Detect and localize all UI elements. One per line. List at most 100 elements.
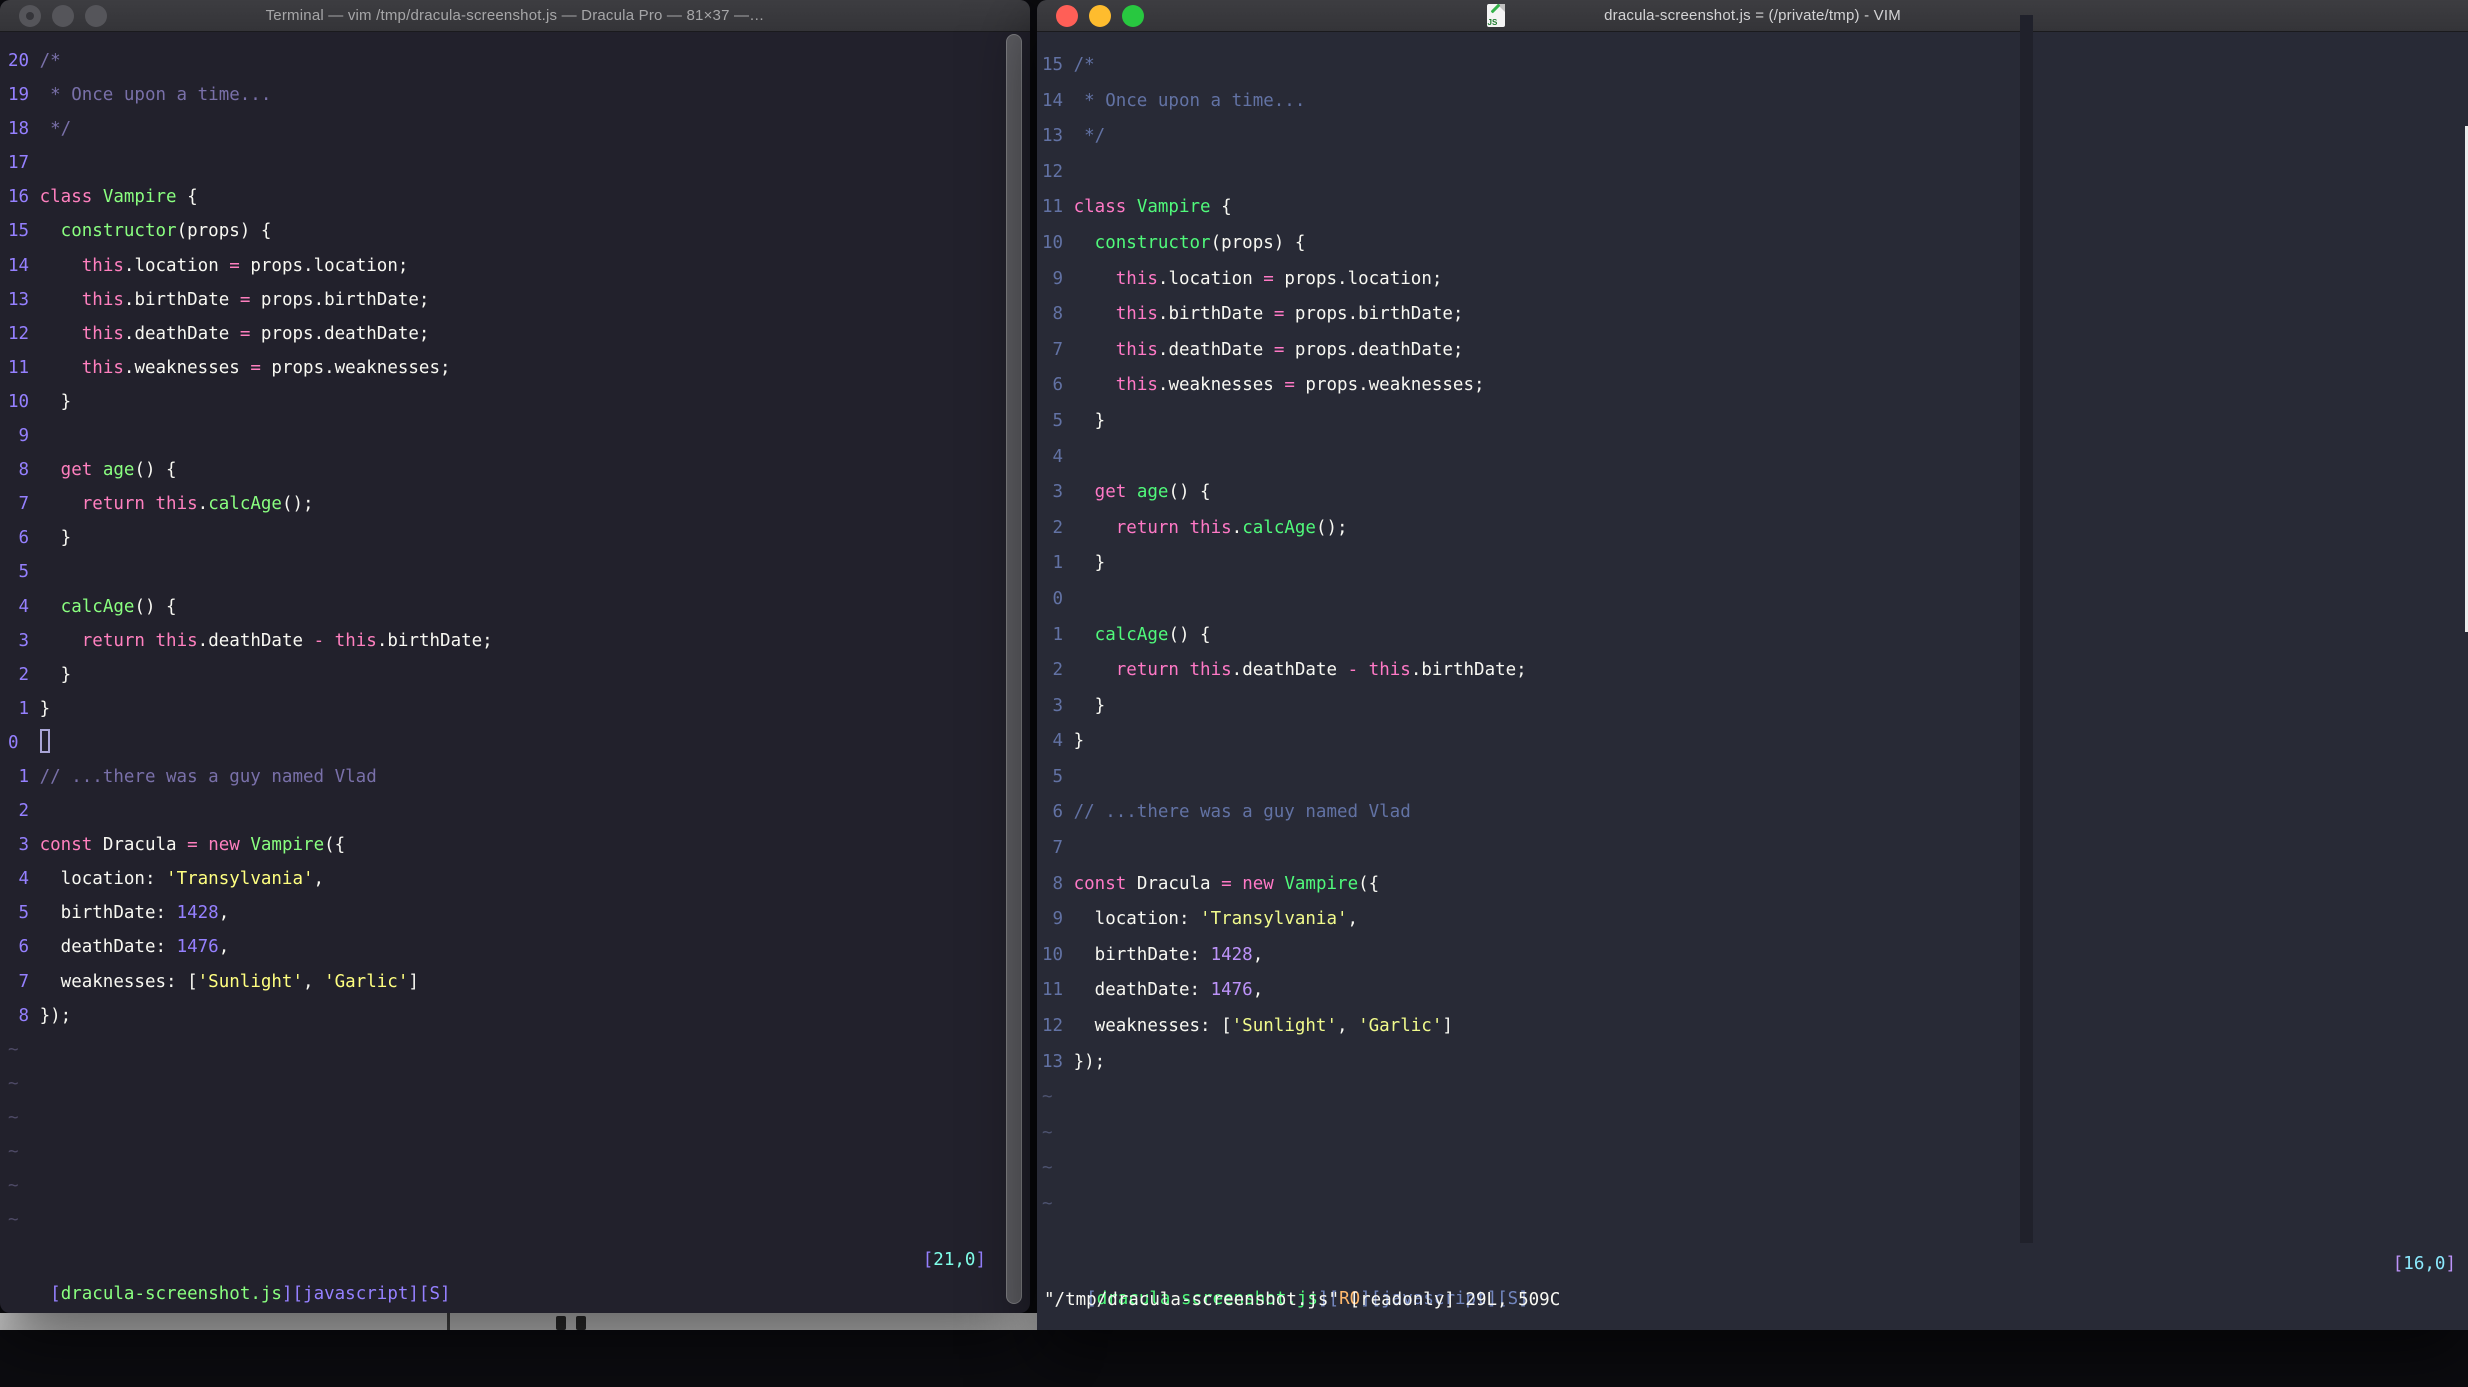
text-segment: return — [81, 494, 145, 515]
code-line: 4 location: 'Transylvania', — [8, 862, 1030, 896]
code-line: 11 class Vampire { — [1042, 190, 2468, 226]
code-line: 8}); — [8, 999, 1030, 1033]
text-segment — [145, 631, 156, 651]
line-number: 5 — [1052, 410, 1064, 431]
empty-line-tilde: ~ — [1042, 1187, 2468, 1223]
code-line: 5 — [1042, 760, 2468, 796]
text-segment — [1074, 269, 1116, 289]
code-line: 8 const Dracula = new Vampire({ — [1042, 867, 2468, 903]
text-segment — [1074, 518, 1116, 538]
terminal-titlebar[interactable]: Terminal — vim /tmp/dracula-screenshot.j… — [0, 0, 1030, 32]
text-segment: = — [1221, 873, 1232, 894]
text-segment: [ — [2392, 1254, 2404, 1274]
code-line: 0 — [1042, 582, 2468, 618]
text-segment: = — [187, 835, 198, 856]
text-segment — [1074, 625, 1095, 645]
macvim-titlebar[interactable]: JS dracula-screenshot.js = (/private/tmp… — [1037, 0, 2468, 32]
line-number: 0 — [8, 732, 19, 753]
tilde-glyph: ~ — [8, 1107, 19, 1128]
code-line: 15 /* — [1042, 48, 2468, 84]
text-segment: .birthDate; — [1410, 660, 1527, 681]
text-segment: props.birthDate; — [250, 289, 430, 310]
text-segment: = — [229, 255, 240, 276]
text-segment: this — [81, 289, 124, 310]
text-segment: new — [1242, 873, 1274, 894]
code-line: 16 class Vampire { — [8, 180, 1030, 214]
line-number: 13 — [1042, 126, 1064, 147]
text-segment: props.location; — [239, 255, 409, 276]
line-number: 10 — [1042, 944, 1064, 965]
text-segment — [1179, 660, 1190, 680]
terminal-window: Terminal — vim /tmp/dracula-screenshot.j… — [0, 0, 1030, 1313]
text-segment: Dracula — [92, 835, 188, 856]
text-segment: return — [1115, 660, 1179, 681]
text-segment: = — [1263, 268, 1274, 289]
text-segment — [40, 324, 82, 344]
line-number: 3 — [18, 630, 30, 651]
statusline-ruler: [16,0] — [2393, 1247, 2456, 1282]
line-number: 1 — [1052, 553, 1064, 574]
text-segment: .birthDate — [1157, 304, 1274, 325]
code-line: 2 — [8, 794, 1030, 828]
text-segment: return — [81, 630, 145, 651]
text-segment: const — [1073, 873, 1127, 894]
text-segment: } — [39, 528, 72, 549]
text-segment — [40, 221, 61, 241]
text-segment: .birthDate — [123, 289, 240, 310]
line-number: 10 — [8, 391, 30, 412]
code-line: 2 return this.deathDate - this.birthDate… — [1042, 653, 2468, 689]
code-line: 10 constructor(props) { — [1042, 226, 2468, 262]
text-segment: } — [39, 698, 51, 719]
text-segment: } — [1073, 731, 1085, 752]
line-number: 14 — [8, 255, 30, 276]
text-segment — [198, 835, 209, 855]
line-number: 7 — [1052, 339, 1064, 360]
text-segment — [1358, 660, 1369, 680]
text-segment: new — [208, 835, 240, 856]
code-line: 9 this.location = props.location; — [1042, 262, 2468, 298]
code-line: 9 — [8, 419, 1030, 453]
line-number: 3 — [18, 835, 30, 856]
code-line: 0 — [8, 726, 1030, 760]
text-segment: .weaknesses — [123, 357, 251, 378]
code-line: 6 // ...there was a guy named Vlad — [1042, 795, 2468, 831]
empty-line-tilde: ~ — [8, 1169, 1030, 1203]
statusline-file-info: [dracula-screenshot.js][javascript][S] — [50, 1284, 450, 1304]
line-number: 5 — [18, 562, 30, 583]
text-segment: , — [1347, 909, 1359, 930]
text-segment: [ — [50, 1284, 61, 1304]
code-line: 20 /* — [8, 44, 1030, 78]
text-segment: , — [303, 971, 325, 992]
empty-line-tilde: ~ — [1042, 1151, 2468, 1187]
code-line: 1 } — [1042, 546, 2468, 582]
text-segment: this — [81, 323, 124, 344]
tilde-glyph: ~ — [8, 1073, 19, 1094]
text-segment: Vampire — [1136, 197, 1211, 218]
text-segment: calcAge — [1094, 624, 1169, 645]
line-number: 8 — [18, 1005, 30, 1026]
line-number: 5 — [18, 903, 30, 924]
text-segment — [1274, 874, 1285, 894]
text-segment: calcAge — [208, 494, 282, 515]
line-number: 1 — [18, 698, 30, 719]
text-segment: 1476 — [1210, 980, 1253, 1001]
text-segment: props.birthDate; — [1284, 304, 1464, 325]
text-segment: /* — [1073, 55, 1095, 75]
scrollbar-thumb[interactable] — [1006, 34, 1022, 1304]
empty-line-tilde: ~ — [1042, 1116, 2468, 1152]
vim-buffer[interactable]: 20/* 19 * Once upon a time... 18 */17 16 cla… — [8, 44, 1030, 1237]
line-number: 2 — [1052, 517, 1064, 538]
code-line: 12 weaknesses: ['Sunlight', 'Garlic'] — [1042, 1009, 2468, 1045]
text-segment: - — [1347, 660, 1359, 681]
text-segment: props.weaknesses; — [1294, 375, 1485, 396]
text-segment — [1126, 482, 1137, 502]
text-segment: class — [1073, 197, 1127, 218]
window-title: dracula-screenshot.js = (/private/tmp) -… — [1604, 7, 1901, 24]
vim-buffer[interactable]: 15/* 14 * Once upon a time... 13 */12 11 cla… — [1042, 48, 2468, 1223]
line-number: 2 — [18, 664, 30, 685]
code-line: 9 location: 'Transylvania', — [1042, 902, 2468, 938]
text-segment: ] — [975, 1250, 986, 1270]
line-number: 13 — [8, 289, 30, 310]
text-segment: this — [1115, 268, 1158, 289]
line-number: 1 — [1052, 624, 1064, 645]
